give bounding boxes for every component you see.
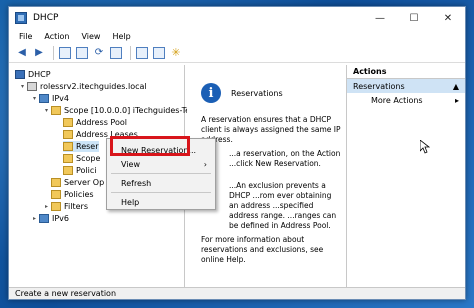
toolbar-separator bbox=[53, 45, 54, 60]
menu-action[interactable]: Action bbox=[38, 32, 75, 41]
folder-icon bbox=[51, 190, 61, 199]
menu-separator bbox=[111, 192, 211, 193]
mouse-cursor-icon bbox=[420, 140, 430, 154]
tree-item-ipv4[interactable]: ▾ IPv4 bbox=[31, 93, 69, 104]
folder-icon bbox=[63, 154, 73, 163]
close-button[interactable]: ✕ bbox=[431, 7, 465, 29]
chevron-down-icon[interactable]: ▾ bbox=[43, 107, 50, 114]
maximize-button[interactable]: ☐ bbox=[397, 7, 431, 29]
tree-item-dhcp[interactable]: DHCP bbox=[15, 69, 51, 80]
help-icon[interactable] bbox=[135, 46, 149, 60]
detail-paragraph: A reservation ensures that a DHCP client… bbox=[201, 115, 341, 144]
tree-item-filters[interactable]: ▸ Filters bbox=[43, 201, 88, 212]
chevron-right-icon[interactable]: ▸ bbox=[31, 215, 38, 222]
folder-icon bbox=[63, 142, 73, 151]
folder-icon bbox=[63, 166, 73, 175]
actions-header: Actions bbox=[347, 65, 465, 79]
tree-item-reservations[interactable]: Reser bbox=[63, 141, 99, 152]
menu-bar: File Action View Help bbox=[9, 29, 465, 43]
chevron-right-icon: › bbox=[203, 159, 207, 169]
dhcp-app-icon bbox=[15, 12, 27, 24]
actions-section-reservations[interactable]: Reservations ▲ bbox=[347, 79, 465, 93]
detail-title: Reservations bbox=[231, 89, 283, 98]
menu-view[interactable]: View bbox=[75, 32, 106, 41]
back-arrow-icon[interactable]: ◀ bbox=[15, 46, 29, 60]
properties-icon[interactable] bbox=[152, 46, 166, 60]
more-actions-item[interactable]: More Actions ▸ bbox=[347, 93, 465, 107]
title-bar: DHCP — ☐ ✕ bbox=[9, 7, 465, 29]
context-help[interactable]: Help bbox=[109, 195, 213, 209]
menu-file[interactable]: File bbox=[13, 32, 38, 41]
ipv6-icon bbox=[39, 214, 49, 223]
tree-item-scope-options[interactable]: Scope bbox=[63, 153, 100, 164]
tree-item-policies[interactable]: Policies bbox=[51, 189, 94, 200]
filter-icon bbox=[51, 202, 61, 211]
status-bar: Create a new reservation bbox=[9, 287, 465, 299]
refresh-icon[interactable]: ⟳ bbox=[92, 46, 106, 60]
info-icon: i bbox=[201, 83, 221, 103]
up-folder-icon[interactable] bbox=[58, 46, 72, 60]
server-icon bbox=[27, 82, 37, 91]
tree-item-scope-policies[interactable]: Polici bbox=[63, 165, 97, 176]
chevron-right-icon: ▸ bbox=[454, 95, 459, 105]
dhcp-icon bbox=[15, 70, 25, 79]
folder-icon bbox=[63, 118, 73, 127]
tree-item-server-options[interactable]: Server Op bbox=[51, 177, 104, 188]
detail-paragraph: For more information about reservations … bbox=[201, 235, 324, 264]
collapse-arrow-icon[interactable]: ▲ bbox=[453, 82, 459, 91]
tree-item-server[interactable]: ▾ rolessrv2.itechguides.local bbox=[19, 81, 147, 92]
export-list-icon[interactable] bbox=[109, 46, 123, 60]
toolbar: ◀ ▶ ⟳ ✳ bbox=[9, 43, 465, 63]
context-view[interactable]: View › bbox=[109, 157, 213, 171]
minimize-button[interactable]: — bbox=[363, 7, 397, 29]
menu-help[interactable]: Help bbox=[106, 32, 136, 41]
chevron-down-icon[interactable]: ▾ bbox=[19, 83, 26, 90]
chevron-right-icon[interactable]: ▸ bbox=[43, 203, 50, 210]
context-refresh[interactable]: Refresh bbox=[109, 176, 213, 190]
folder-icon bbox=[51, 178, 61, 187]
toolbar-separator bbox=[130, 45, 131, 60]
window-title: DHCP bbox=[33, 13, 59, 23]
menu-separator bbox=[111, 173, 211, 174]
tree-item-scope[interactable]: ▾ Scope [10.0.0.0] iTechguides-Test bbox=[43, 105, 197, 116]
actions-pane: Actions Reservations ▲ More Actions ▸ bbox=[347, 65, 465, 287]
tree-item-ipv6[interactable]: ▸ IPv6 bbox=[31, 213, 69, 224]
forward-arrow-icon[interactable]: ▶ bbox=[32, 46, 46, 60]
star-icon[interactable]: ✳ bbox=[169, 46, 183, 60]
detail-paragraph: ...a reservation, on the Action ...click… bbox=[229, 149, 341, 168]
ipv4-icon bbox=[39, 94, 49, 103]
detail-paragraph: ...An exclusion prevents a DHCP ...rom e… bbox=[229, 181, 337, 230]
folder-icon bbox=[51, 106, 61, 115]
chevron-down-icon[interactable]: ▾ bbox=[31, 95, 38, 102]
highlight-annotation bbox=[110, 136, 190, 156]
folder-icon bbox=[63, 130, 73, 139]
tree-item-address-pool[interactable]: Address Pool bbox=[63, 117, 127, 128]
dhcp-window: DHCP — ☐ ✕ File Action View Help ◀ ▶ ⟳ ✳… bbox=[8, 6, 466, 300]
show-hide-tree-icon[interactable] bbox=[75, 46, 89, 60]
